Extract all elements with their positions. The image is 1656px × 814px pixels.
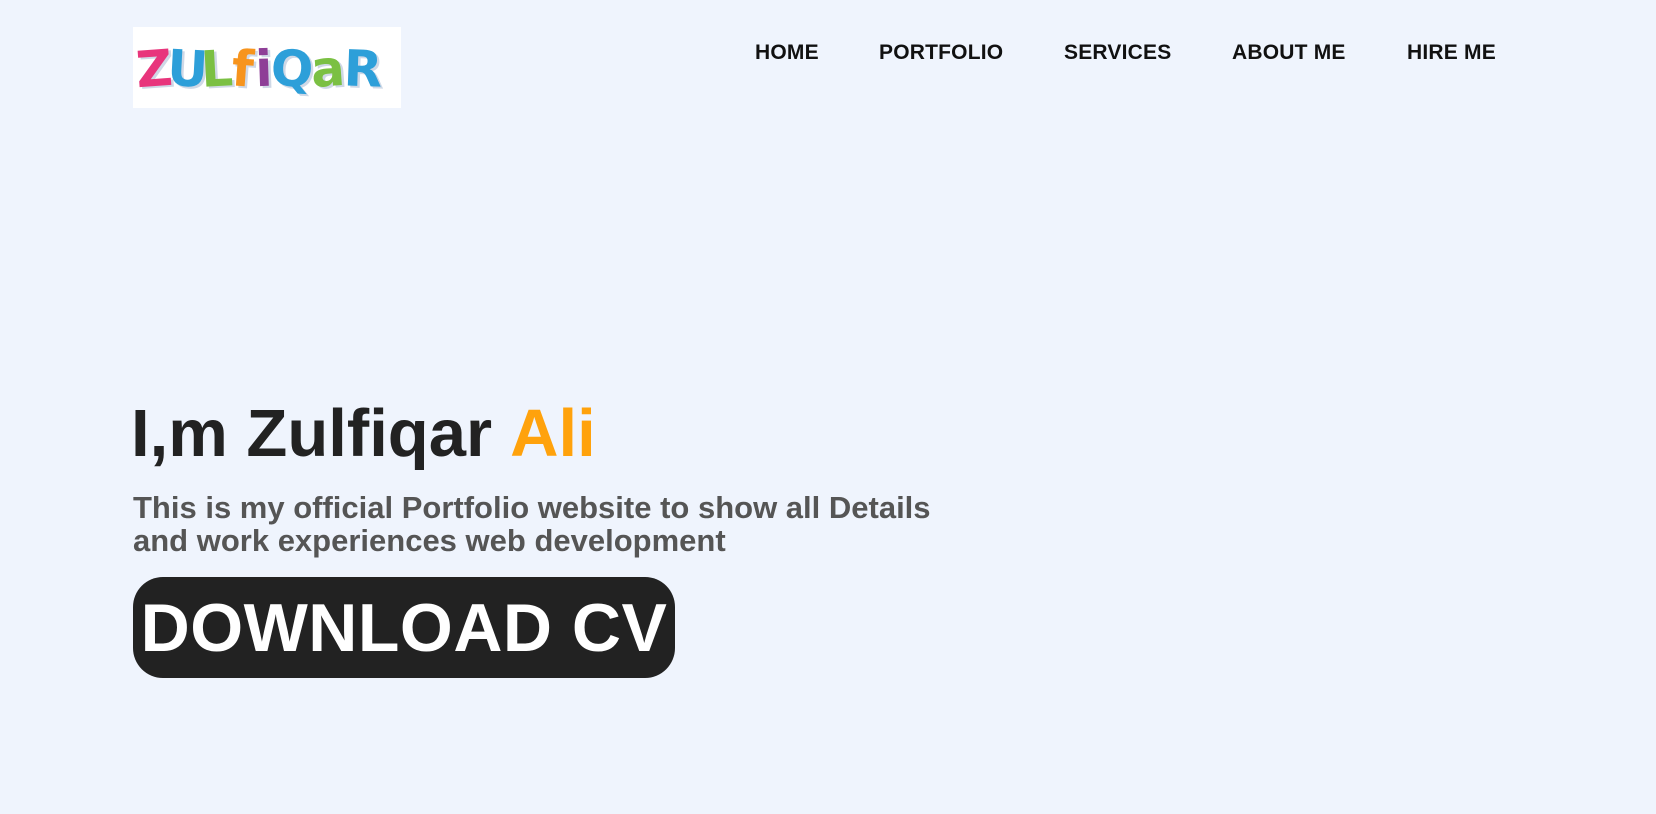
main-nav: HOME PORTFOLIO SERVICES ABOUT ME HIRE ME bbox=[0, 38, 1656, 68]
hero-description: This is my official Portfolio website to… bbox=[133, 490, 931, 558]
hero-title: I,m Zulfiqar Ali bbox=[131, 400, 596, 467]
nav-portfolio[interactable]: PORTFOLIO bbox=[879, 41, 1003, 65]
nav-services[interactable]: SERVICES bbox=[1064, 41, 1171, 65]
nav-hire-me[interactable]: HIRE ME bbox=[1407, 41, 1496, 65]
hero-title-highlight: Ali bbox=[510, 396, 596, 471]
download-cv-button[interactable]: DOWNLOAD CV bbox=[133, 577, 675, 678]
nav-home[interactable]: HOME bbox=[755, 41, 819, 65]
hero-title-name: I,m Zulfiqar bbox=[131, 396, 493, 471]
nav-about-me[interactable]: ABOUT ME bbox=[1232, 41, 1346, 65]
